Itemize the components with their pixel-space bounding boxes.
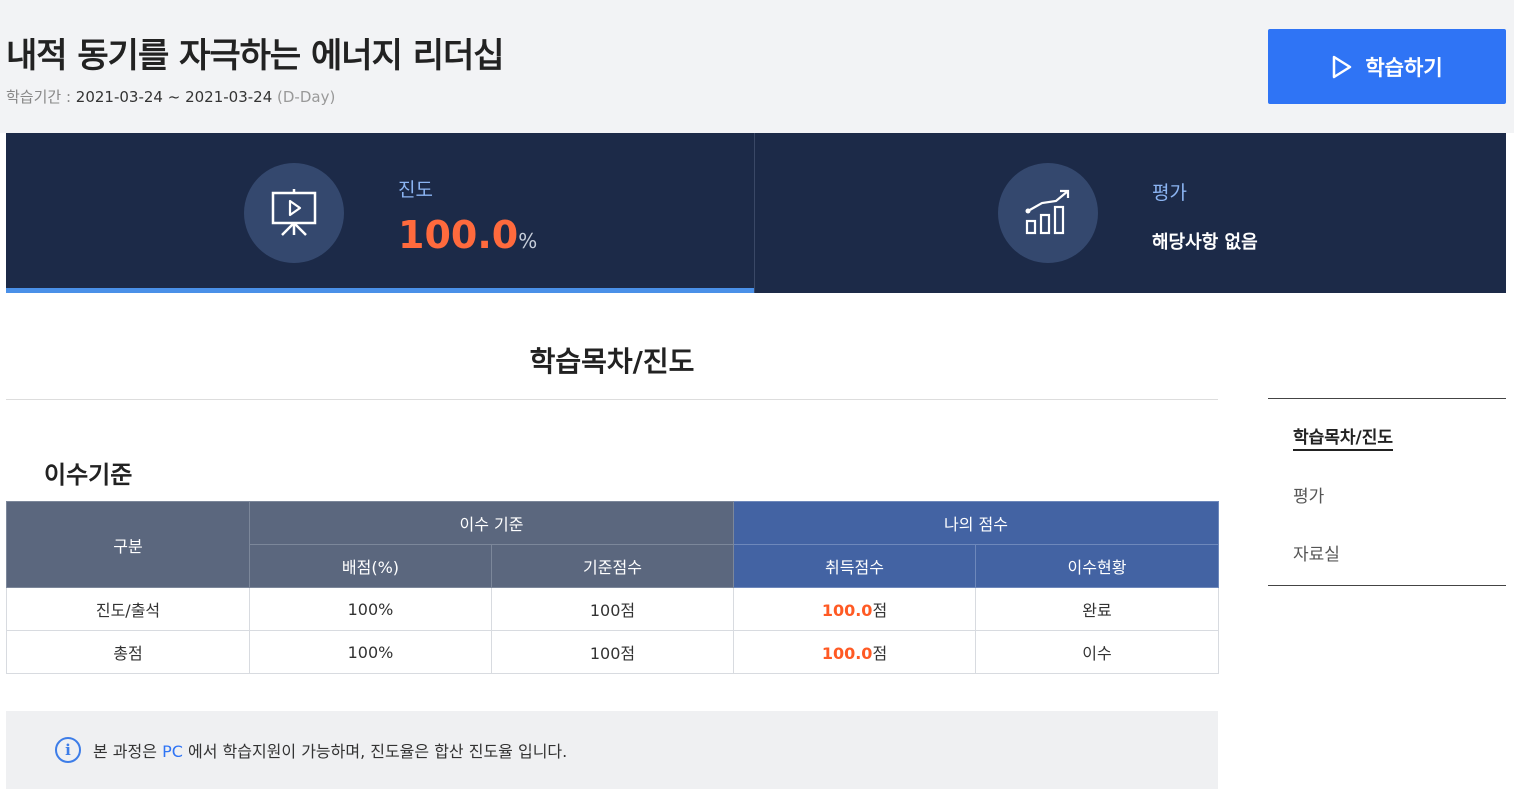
header-category: 구분 (6, 501, 250, 588)
dday-badge: (D-Day) (277, 88, 336, 106)
progress-unit: % (518, 229, 538, 253)
header-status: 이수현황 (975, 544, 1219, 588)
side-nav-item-resources[interactable]: 자료실 (1293, 540, 1340, 565)
cell-weight: 100% (249, 587, 492, 631)
criteria-table: 구분 이수 기준 나의 점수 배점(%) 기준점수 취득점수 이수현황 진도/출… (6, 501, 1219, 674)
side-nav: 학습목차/진도 평가 자료실 (1268, 398, 1506, 586)
cell-base-score: 100점 (491, 587, 734, 631)
table-row: 총점 100% 100점 100.0점 이수 (6, 630, 1219, 674)
header-earned: 취득점수 (733, 544, 976, 588)
study-period-label: 학습기간 : (6, 88, 76, 106)
earned-unit: 점 (872, 601, 888, 620)
cell-category: 총점 (6, 630, 250, 674)
growth-chart-icon (998, 163, 1098, 263)
start-learning-label: 학습하기 (1365, 55, 1443, 80)
progress-bar (6, 288, 754, 293)
earned-value: 100.0 (821, 644, 873, 663)
header-weight: 배점(%) (249, 544, 492, 588)
cell-category: 진도/출석 (6, 587, 250, 631)
side-nav-item-evaluation[interactable]: 평가 (1293, 482, 1324, 507)
cell-earned: 100.0점 (733, 587, 976, 631)
cell-status: 완료 (975, 587, 1219, 631)
section-title: 학습목차/진도 (529, 345, 695, 378)
notice-suffix: 에서 학습지원이 가능하며, 진도율은 합산 진도율 입니다. (182, 742, 568, 761)
header-criteria-group: 이수 기준 (249, 501, 734, 545)
start-learning-button[interactable]: 학습하기 (1268, 29, 1506, 104)
evaluation-label: 평가 (1152, 182, 1187, 204)
study-period-dates: 2021-03-24 ~ 2021-03-24 (75, 88, 273, 106)
notice-text: 본 과정은 PC 에서 학습지원이 가능하며, 진도율은 합산 진도율 입니다. (93, 738, 567, 762)
side-nav-item-toc-progress[interactable]: 학습목차/진도 (1293, 423, 1394, 451)
cell-status: 이수 (975, 630, 1219, 674)
evaluation-value: 해당사항 없음 (1152, 232, 1258, 253)
progress-label: 진도 (398, 179, 433, 201)
stats-panel: 진도 100.0% 평가 해당사항 없음 (6, 133, 1506, 293)
cell-base-score: 100점 (491, 630, 734, 674)
header-my-score-group: 나의 점수 (733, 501, 1219, 545)
earned-unit: 점 (872, 644, 888, 663)
info-icon: i (55, 737, 81, 763)
cell-earned: 100.0점 (733, 630, 976, 674)
presentation-icon (244, 163, 344, 263)
header-base-score: 기준점수 (491, 544, 734, 588)
table-row: 진도/출석 100% 100점 100.0점 완료 (6, 587, 1219, 631)
course-header: 내적 동기를 자극하는 에너지 리더십 학습기간 : 2021-03-24 ~ … (0, 0, 1514, 133)
study-period: 학습기간 : 2021-03-24 ~ 2021-03-24 (D-Day) (6, 86, 335, 107)
criteria-title: 이수기준 (44, 461, 133, 489)
play-icon (1331, 55, 1353, 79)
notice-highlight: PC (162, 742, 183, 761)
section-divider (6, 399, 1218, 400)
course-title: 내적 동기를 자극하는 에너지 리더십 (6, 36, 505, 76)
progress-number: 100.0 (398, 213, 519, 257)
stats-divider (754, 133, 755, 293)
earned-value: 100.0 (821, 601, 873, 620)
notice-prefix: 본 과정은 (93, 742, 163, 761)
cell-weight: 100% (249, 630, 492, 674)
progress-value: 100.0% (398, 213, 537, 257)
notice-box: i 본 과정은 PC 에서 학습지원이 가능하며, 진도율은 합산 진도율 입니… (6, 711, 1218, 789)
